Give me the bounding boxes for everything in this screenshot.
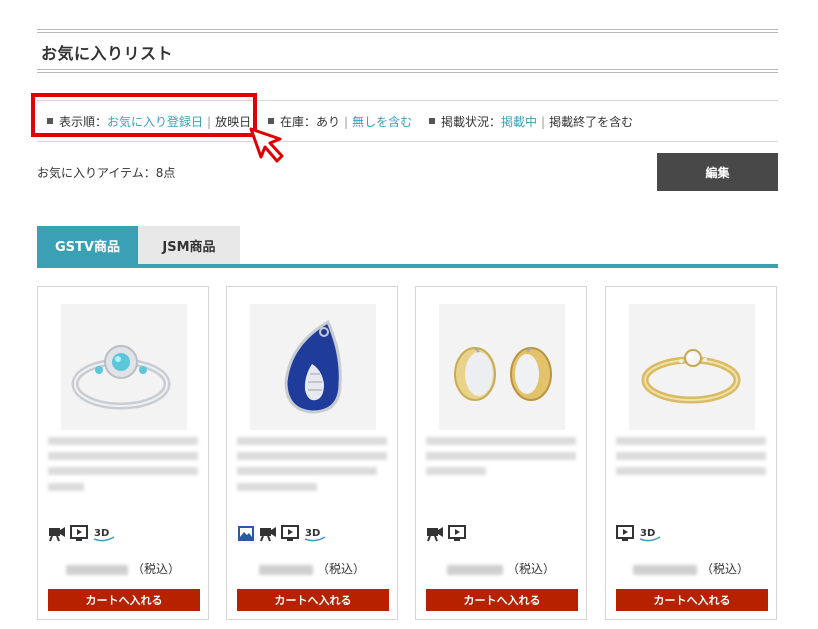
product-name-blurred	[616, 467, 766, 475]
price-blurred	[446, 564, 503, 575]
media-icons: 3D	[237, 523, 327, 543]
listing-label: 掲載状況：	[441, 115, 502, 129]
listing-option-include-ended[interactable]: 掲載終了を含む	[549, 115, 633, 129]
media-icons: 3D	[616, 523, 662, 543]
divider	[37, 72, 778, 73]
add-to-cart-button[interactable]: カートへ入れる	[616, 589, 768, 611]
product-name-blurred	[237, 467, 377, 475]
price-blurred	[258, 564, 313, 575]
filter-bar: 表示順：お気に入り登録日 | 放映日 在庫：あり | 無しを含む 掲載状況：掲載中 | 掲載…	[31, 93, 778, 163]
add-to-cart-button[interactable]: カートへ入れる	[48, 589, 200, 611]
product-card[interactable]: 3D （税込） カートへ入れる	[605, 286, 777, 620]
product-card[interactable]: （税込） カートへ入れる	[415, 286, 587, 620]
product-tabs: GSTV商品 JSM商品	[37, 226, 778, 268]
add-to-cart-button[interactable]: カートへ入れる	[426, 589, 578, 611]
gold-diamond-ring-image	[629, 304, 755, 430]
product-name-blurred	[616, 452, 766, 460]
separator: |	[344, 115, 349, 129]
product-image[interactable]	[439, 304, 565, 430]
sort-filter: 表示順：お気に入り登録日 | 放映日	[47, 113, 251, 130]
play-screen-icon[interactable]	[616, 524, 634, 542]
bullet-icon	[429, 118, 435, 124]
sort-label: 表示順：	[59, 115, 108, 129]
product-name-blurred	[426, 452, 576, 460]
product-image[interactable]	[61, 304, 187, 430]
price-blurred	[65, 564, 128, 575]
stock-option-include-none[interactable]: 無しを含む	[352, 115, 412, 129]
product-card[interactable]: 3D （税込） カートへ入れる	[226, 286, 398, 620]
sort-option-air-date[interactable]: 放映日	[215, 115, 251, 129]
svg-text:3D: 3D	[305, 528, 320, 539]
tax-label: （税込）	[700, 562, 749, 576]
item-count: お気に入りアイテム：8点	[37, 166, 176, 180]
tab-jsm-products[interactable]: JSM商品	[138, 226, 240, 264]
play-screen-icon[interactable]	[70, 524, 88, 542]
separator: |	[541, 115, 546, 129]
product-name-blurred	[48, 452, 198, 460]
photo-icon[interactable]	[237, 525, 255, 542]
product-name-blurred	[426, 467, 486, 475]
divider	[37, 69, 778, 70]
product-name-blurred	[616, 437, 766, 445]
bullet-icon	[47, 118, 53, 124]
svg-text:3D: 3D	[94, 528, 109, 539]
listing-filter: 掲載状況：掲載中 | 掲載終了を含む	[429, 113, 633, 130]
page-title: お気に入りリスト	[41, 44, 174, 63]
video-camera-icon[interactable]	[426, 525, 444, 542]
price-row: （税込）	[38, 560, 208, 577]
stock-filter: 在庫：あり | 無しを含む	[268, 113, 412, 130]
title-box: お気に入りリスト	[37, 29, 778, 75]
tab-gstv-products[interactable]: GSTV商品	[37, 226, 138, 264]
product-name-blurred	[426, 437, 576, 445]
product-image[interactable]	[250, 304, 376, 430]
svg-text:3D: 3D	[640, 528, 655, 539]
listing-option-active[interactable]: 掲載中	[501, 115, 537, 129]
product-name-blurred	[237, 437, 387, 445]
play-screen-icon[interactable]	[448, 524, 466, 542]
media-icons	[426, 523, 466, 543]
3d-icon[interactable]: 3D	[303, 525, 327, 542]
price-row: （税込）	[227, 560, 397, 577]
stock-option-in-stock[interactable]: あり	[316, 115, 340, 129]
product-name-blurred	[237, 452, 387, 460]
3d-icon[interactable]: 3D	[92, 525, 116, 542]
price-blurred	[632, 564, 697, 575]
tax-label: （税込）	[131, 562, 180, 576]
ring-with-blue-gemstone-image	[61, 304, 187, 430]
separator: |	[207, 115, 212, 129]
add-to-cart-button[interactable]: カートへ入れる	[237, 589, 389, 611]
video-camera-icon[interactable]	[259, 525, 277, 542]
divider	[37, 32, 778, 33]
tax-label: （税込）	[316, 562, 365, 576]
price-row: （税込）	[606, 560, 776, 577]
video-camera-icon[interactable]	[48, 525, 66, 542]
product-name-blurred	[237, 483, 317, 491]
product-image[interactable]	[629, 304, 755, 430]
price-row: （税込）	[416, 560, 586, 577]
product-name-blurred	[48, 437, 198, 445]
tab-underline	[37, 264, 778, 268]
edit-button[interactable]: 編集	[657, 153, 778, 191]
gold-silver-hoop-earrings-image	[439, 304, 565, 430]
blue-sapphire-teardrop-pendant-image	[250, 304, 376, 430]
play-screen-icon[interactable]	[281, 524, 299, 542]
tax-label: （税込）	[506, 562, 555, 576]
product-name-blurred	[48, 483, 84, 491]
product-name-blurred	[48, 467, 198, 475]
product-card[interactable]: 3D （税込） カートへ入れる	[37, 286, 209, 620]
divider	[37, 29, 778, 30]
media-icons: 3D	[48, 523, 116, 543]
bullet-icon	[268, 118, 274, 124]
pointer-cursor-icon	[249, 127, 284, 163]
3d-icon[interactable]: 3D	[638, 525, 662, 542]
sort-option-favorite-date[interactable]: お気に入り登録日	[107, 115, 203, 129]
